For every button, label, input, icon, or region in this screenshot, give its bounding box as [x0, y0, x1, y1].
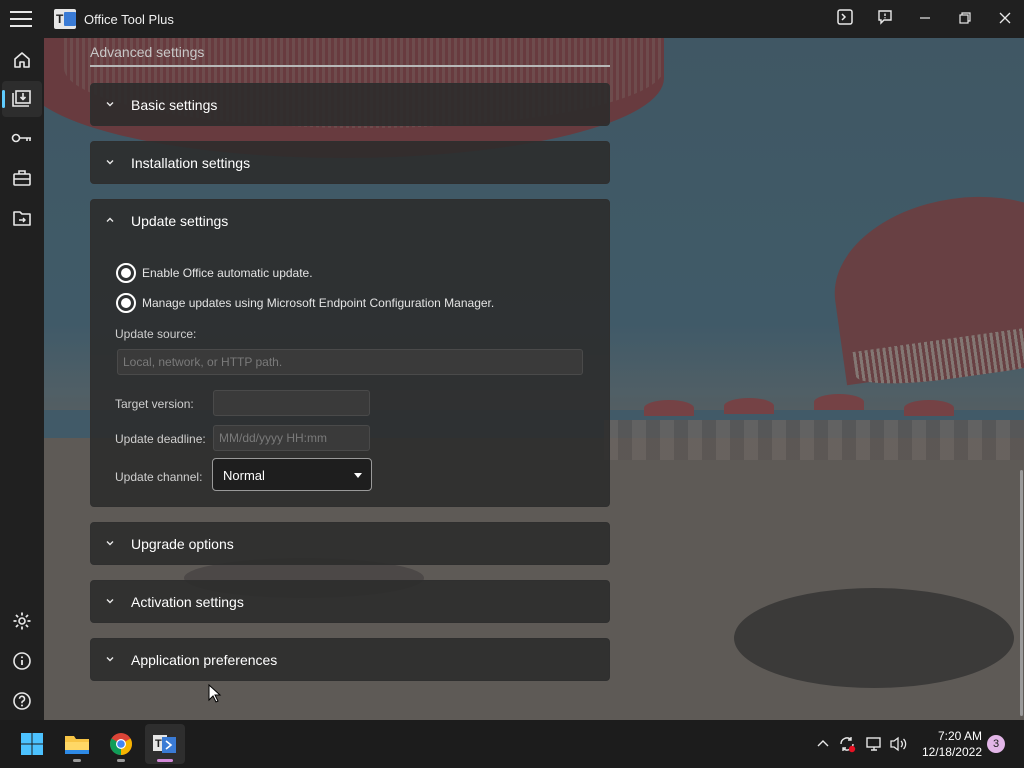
- update-source-label: Update source:: [115, 327, 197, 341]
- info-icon: [13, 652, 31, 670]
- panel-update-settings-header[interactable]: Update settings: [91, 200, 609, 242]
- update-channel-value: Normal: [223, 468, 265, 483]
- restore-icon[interactable]: [955, 9, 975, 29]
- clock-date[interactable]: 12/18/2022: [916, 745, 982, 759]
- app-title: Office Tool Plus: [84, 12, 174, 27]
- auto-update-label: Enable Office automatic update.: [142, 266, 313, 280]
- panel-application-preferences[interactable]: Application preferences: [90, 638, 610, 681]
- hamburger-menu-icon[interactable]: [10, 11, 32, 27]
- taskbar-office-tool-plus[interactable]: T: [145, 724, 185, 764]
- auto-update-radio[interactable]: [116, 263, 136, 283]
- chevron-down-icon: [106, 102, 114, 107]
- chevron-up-icon[interactable]: [813, 734, 833, 754]
- nav-about[interactable]: [2, 643, 42, 679]
- left-navigation: [0, 38, 44, 720]
- chevron-down-icon: [106, 160, 114, 165]
- nav-toolbox[interactable]: [2, 160, 42, 196]
- chevron-down-icon: [106, 541, 114, 546]
- minimize-icon[interactable]: [915, 9, 935, 29]
- folder-icon: [65, 736, 89, 754]
- target-version-label: Target version:: [115, 397, 194, 411]
- network-icon[interactable]: [864, 734, 884, 754]
- target-version-input[interactable]: [213, 390, 370, 416]
- panel-title: Update settings: [131, 213, 229, 229]
- windows-start-icon: [21, 733, 43, 755]
- panel-upgrade-options[interactable]: Upgrade options: [90, 522, 610, 565]
- taskbar-start[interactable]: [12, 724, 52, 764]
- folder-arrow-icon: [13, 211, 31, 226]
- taskbar-chrome[interactable]: [101, 724, 141, 764]
- panel-title: Basic settings: [131, 97, 218, 113]
- title-bar: T Office Tool Plus: [0, 0, 1024, 38]
- sccm-update-radio[interactable]: [116, 293, 136, 313]
- console-icon[interactable]: [835, 9, 855, 29]
- panel-title: Upgrade options: [131, 536, 234, 552]
- section-header: Advanced settings: [90, 44, 205, 60]
- close-icon[interactable]: [995, 9, 1015, 29]
- update-deadline-input[interactable]: [213, 425, 370, 451]
- clock-time[interactable]: 7:20 AM: [930, 729, 982, 743]
- app-logo: T: [54, 9, 76, 29]
- panel-title: Activation settings: [131, 594, 244, 610]
- app-logo-text: T: [56, 12, 64, 26]
- sync-icon[interactable]: [837, 734, 857, 754]
- nav-activation[interactable]: [2, 120, 42, 156]
- taskbar-file-explorer[interactable]: [57, 724, 97, 764]
- update-source-input[interactable]: [117, 349, 583, 375]
- auto-update-option[interactable]: Enable Office automatic update.: [116, 263, 313, 283]
- office-tool-plus-icon: T: [153, 735, 176, 753]
- volume-icon[interactable]: [889, 734, 909, 754]
- notification-badge[interactable]: 3: [987, 735, 1005, 753]
- toolbox-icon: [13, 170, 31, 186]
- update-channel-select[interactable]: Normal: [212, 458, 372, 491]
- panel-activation-settings[interactable]: Activation settings: [90, 580, 610, 623]
- sccm-update-label: Manage updates using Microsoft Endpoint …: [142, 296, 495, 310]
- question-icon: [13, 692, 31, 710]
- chevron-up-icon: [106, 217, 114, 222]
- deploy-icon: [12, 90, 31, 107]
- home-icon: [14, 52, 30, 68]
- nav-home[interactable]: [2, 42, 42, 78]
- panel-title: Application preferences: [131, 652, 278, 668]
- nav-deploy[interactable]: [2, 81, 42, 117]
- key-icon: [11, 133, 31, 143]
- svg-text:T: T: [155, 738, 162, 750]
- sccm-update-option[interactable]: Manage updates using Microsoft Endpoint …: [116, 293, 494, 313]
- nav-help[interactable]: [2, 683, 42, 719]
- section-underline: [90, 65, 610, 67]
- update-channel-label: Update channel:: [115, 470, 203, 484]
- panel-basic-settings[interactable]: Basic settings: [90, 83, 610, 126]
- mouse-cursor-icon: [208, 684, 222, 703]
- gear-icon: [13, 612, 31, 630]
- chrome-icon: [110, 733, 132, 755]
- panel-update-settings: Update settings Enable Office automatic …: [90, 199, 610, 507]
- update-deadline-label: Update deadline:: [115, 432, 206, 446]
- scrollbar[interactable]: [1020, 470, 1023, 716]
- dropdown-caret-icon: [354, 473, 362, 478]
- feedback-icon[interactable]: [875, 9, 895, 29]
- taskbar: T: [0, 720, 1024, 768]
- chevron-down-icon: [106, 657, 114, 662]
- chevron-down-icon: [106, 599, 114, 604]
- nav-convert[interactable]: [2, 200, 42, 236]
- panel-title: Installation settings: [131, 155, 251, 171]
- panel-installation-settings[interactable]: Installation settings: [90, 141, 610, 184]
- nav-settings[interactable]: [2, 603, 42, 639]
